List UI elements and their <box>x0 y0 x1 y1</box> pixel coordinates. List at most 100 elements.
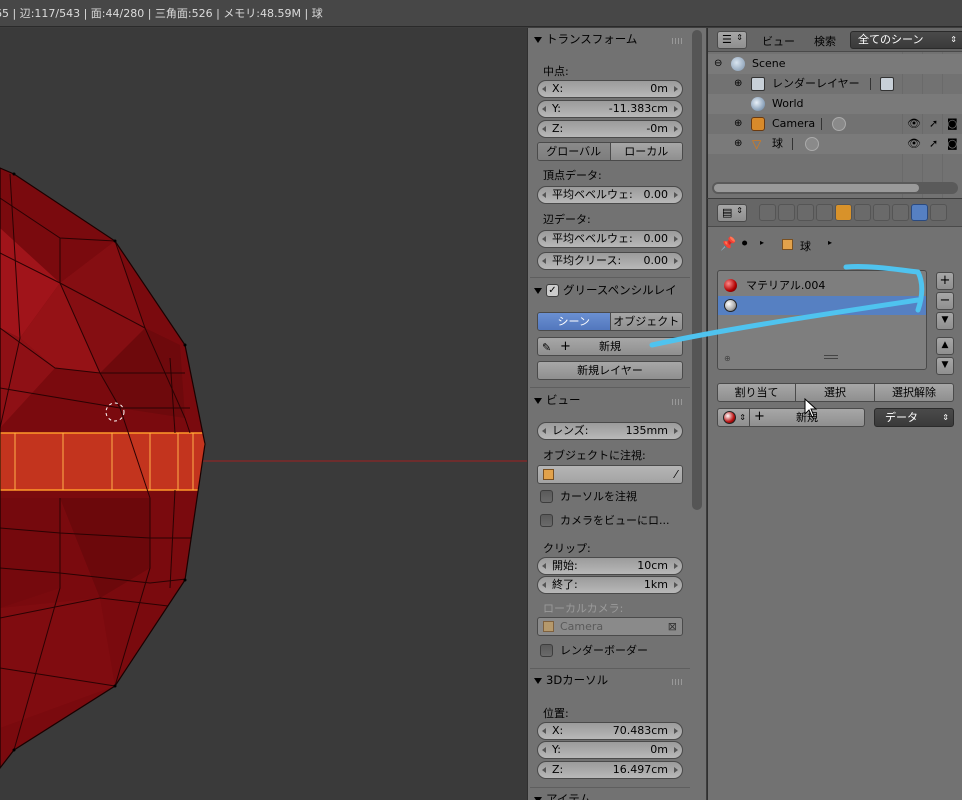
eye-icon[interactable]: 👁 <box>907 134 921 154</box>
expand-icon[interactable]: ⊕ <box>734 134 742 154</box>
render-layers-icon <box>751 77 765 91</box>
cursor-x-field[interactable]: X: 70.483cm <box>537 722 683 740</box>
object-cube-icon <box>782 239 793 250</box>
object-tab-icon[interactable] <box>835 204 852 221</box>
edge-data-label: 辺データ: <box>543 213 591 226</box>
clear-icon[interactable]: ⊠ <box>668 618 677 635</box>
outliner-row-camera[interactable]: ⊕ Camera 👁 ➚ ◙ <box>708 114 962 134</box>
breadcrumb-object[interactable]: 球 <box>800 238 811 254</box>
object-button[interactable]: オブジェクト <box>609 313 682 330</box>
outliner-row-world[interactable]: World <box>708 94 962 114</box>
item-panel-header[interactable]: アイテム <box>534 789 684 800</box>
render-camera-icon[interactable]: ◙ <box>947 114 958 134</box>
collapse-icon[interactable]: ⊖ <box>714 54 722 74</box>
global-button[interactable]: グローバル <box>538 143 610 160</box>
specials-menu-button[interactable]: ▼ <box>936 312 954 330</box>
transform-panel-header[interactable]: トランスフォーム <box>534 29 684 49</box>
render-border-checkbox[interactable]: レンダーボーダー <box>540 643 648 659</box>
grease-pencil-checkbox[interactable]: ✓ <box>546 284 559 297</box>
move-slot-up-button[interactable]: ▲ <box>936 337 954 355</box>
median-y-field[interactable]: Y: -11.383cm <box>537 100 683 118</box>
material-sphere-icon <box>724 279 737 292</box>
outliner-row-sphere[interactable]: ⊕ ▽ 球 👁 ➚ ◙ <box>708 134 962 154</box>
search-menu[interactable]: 検索 <box>814 33 836 49</box>
cursor-arrow-icon[interactable]: ➚ <box>929 114 938 134</box>
lock-camera-checkbox[interactable]: カメラをビューにロ... <box>540 513 670 529</box>
local-button[interactable]: ローカル <box>609 143 682 160</box>
move-slot-down-button[interactable]: ▼ <box>936 357 954 375</box>
cursor-arrow-icon[interactable]: ➚ <box>929 134 938 154</box>
world-tab-icon[interactable] <box>816 204 833 221</box>
grease-pencil-new-button[interactable]: ✎ + 新規 <box>537 337 683 356</box>
median-x-field[interactable]: X: 0m <box>537 80 683 98</box>
resize-plus-icon[interactable]: ⊕ <box>724 354 731 363</box>
grease-pencil-panel-header[interactable]: ✓ グリースペンシルレイ <box>534 280 694 300</box>
render-layer-icon <box>880 77 894 91</box>
new-layer-button[interactable]: 新規レイヤー <box>537 361 683 380</box>
display-mode-dropdown[interactable]: 全てのシーン ⇕ <box>850 31 962 49</box>
modifiers-tab-icon[interactable] <box>873 204 890 221</box>
cursor-z-field[interactable]: Z: 16.497cm <box>537 761 683 779</box>
editor-type-button[interactable]: ▤ ⇕ <box>717 204 747 222</box>
eye-icon[interactable]: 👁 <box>907 114 921 134</box>
properties-header: ▤ ⇕ <box>708 199 962 227</box>
view-menu[interactable]: ビュー <box>762 33 795 49</box>
expand-icon[interactable]: ⊕ <box>734 74 742 94</box>
clip-start-field[interactable]: 開始: 10cm <box>537 557 683 575</box>
eyedropper-icon[interactable]: ⁄ <box>675 466 677 483</box>
editor-type-button[interactable]: ☰ ⇕ <box>717 31 747 49</box>
3d-viewport[interactable] <box>0 28 527 800</box>
material-slot-row-selected[interactable] <box>718 296 926 315</box>
material-slot-row[interactable]: マテリアル.004 <box>718 276 926 295</box>
material-slot-list: マテリアル.004 ⊕ <box>717 270 927 370</box>
render-tab-icon[interactable] <box>759 204 776 221</box>
object-cube-icon <box>543 469 554 480</box>
texture-tab-icon[interactable] <box>930 204 947 221</box>
chevron-updown-icon: ⇕ <box>736 206 743 215</box>
chevron-right-icon: ▸ <box>760 238 765 247</box>
material-icon <box>723 411 736 424</box>
material-icon <box>724 299 737 312</box>
panel-grip-icon[interactable] <box>672 38 684 44</box>
render-layers-tab-icon[interactable] <box>778 204 795 221</box>
edge-crease-field[interactable]: 平均クリース: 0.00 <box>537 252 683 270</box>
deselect-button[interactable]: 選択解除 <box>874 383 954 402</box>
local-camera-field[interactable]: Camera ⊠ <box>537 617 683 636</box>
panel-grip-icon[interactable] <box>672 399 684 405</box>
expand-icon[interactable]: ⊕ <box>734 114 742 134</box>
chevron-updown-icon: ⇕ <box>950 35 957 44</box>
browse-material-button[interactable]: ⇕ <box>717 408 750 427</box>
outliner-hscrollbar[interactable] <box>712 182 958 194</box>
lock-object-field[interactable]: ⁄ <box>537 465 683 484</box>
outliner-header: ☰ ⇕ ビュー 検索 全てのシーン ⇕ <box>708 28 962 52</box>
divider <box>530 787 690 788</box>
outliner-row-scene[interactable]: ⊖ Scene <box>708 54 962 74</box>
constraints-tab-icon[interactable] <box>854 204 871 221</box>
clip-end-field[interactable]: 終了: 1km <box>537 576 683 594</box>
view-panel-header[interactable]: ビュー <box>534 390 684 410</box>
edge-bevel-field[interactable]: 平均ベベルウェ: 0.00 <box>537 230 683 248</box>
link-dropdown[interactable]: データ ⇕ <box>874 408 954 427</box>
divider <box>530 277 690 278</box>
panel-grip-icon[interactable] <box>672 679 684 685</box>
lens-field[interactable]: レンズ: 135mm <box>537 422 683 440</box>
list-resize-grip[interactable] <box>824 355 838 359</box>
remove-slot-button[interactable]: − <box>936 292 954 310</box>
add-slot-button[interactable]: + <box>936 272 954 290</box>
data-tab-icon[interactable] <box>892 204 909 221</box>
median-z-field[interactable]: Z: -0m <box>537 120 683 138</box>
cursor-panel-header[interactable]: 3Dカーソル <box>534 670 684 690</box>
cursor-y-field[interactable]: Y: 0m <box>537 741 683 759</box>
shelf-scrollbar[interactable] <box>692 30 702 510</box>
scene-tab-icon[interactable] <box>797 204 814 221</box>
chevron-updown-icon: ⇕ <box>942 413 949 422</box>
outliner-icon: ☰ <box>722 33 732 46</box>
render-camera-icon[interactable]: ◙ <box>947 134 958 154</box>
lock-cursor-checkbox[interactable]: カーソルを注視 <box>540 489 637 505</box>
pin-icon[interactable]: 📌 <box>720 237 736 252</box>
assign-button[interactable]: 割り当て <box>717 383 796 402</box>
outliner-row-render-layers[interactable]: ⊕ レンダーレイヤー <box>708 74 962 94</box>
vertex-bevel-field[interactable]: 平均ベベルウェ: 0.00 <box>537 186 683 204</box>
material-tab-icon[interactable] <box>911 204 928 221</box>
scene-button[interactable]: シーン <box>538 313 610 330</box>
